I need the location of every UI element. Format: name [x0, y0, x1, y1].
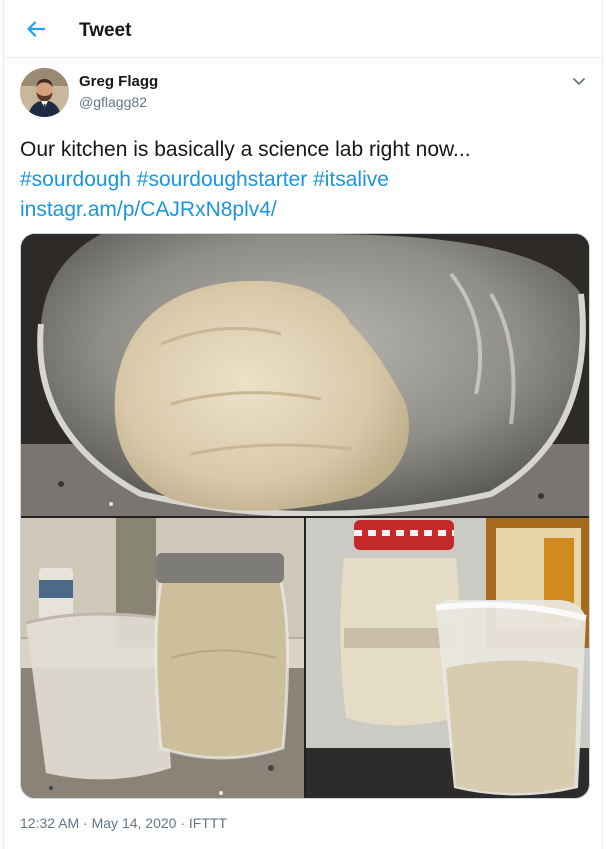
starter-fridge-photo[interactable]	[306, 518, 590, 799]
meta-separator: ·	[176, 815, 189, 831]
arrow-left-icon	[27, 21, 46, 37]
meta-separator: ·	[79, 815, 92, 831]
author-handle[interactable]: @gflagg82	[79, 94, 147, 110]
hashtag-sourdough[interactable]: #sourdough	[20, 168, 131, 191]
tweet-meta: 12:32 AM · May 14, 2020 · IFTTT	[20, 815, 227, 831]
tweet-page: Tweet Greg Flagg @gflagg82 Our kitchen i…	[3, 0, 603, 849]
dough-bowl-photo[interactable]	[21, 234, 590, 516]
avatar[interactable]	[20, 68, 69, 117]
chevron-down-icon	[573, 78, 585, 85]
hashtag-itsalive[interactable]: #itsalive	[313, 168, 389, 191]
tweet-text-line: Our kitchen is basically a science lab r…	[20, 138, 471, 161]
instagram-link[interactable]: instagr.am/p/CAJRxN8plv4/	[20, 198, 277, 221]
hashtag-sourdoughstarter[interactable]: #sourdoughstarter	[137, 168, 307, 191]
author-name[interactable]: Greg Flagg	[79, 73, 158, 90]
page-title: Tweet	[79, 20, 132, 41]
back-button[interactable]	[22, 15, 50, 43]
tweet-time[interactable]: 12:32 AM	[20, 815, 79, 831]
media-grid	[20, 233, 590, 799]
top-header: Tweet	[4, 0, 602, 58]
tweet-text: Our kitchen is basically a science lab r…	[20, 135, 590, 225]
tweet-menu-button[interactable]	[570, 72, 588, 90]
tweet-date[interactable]: May 14, 2020	[92, 815, 177, 831]
tweet-source[interactable]: IFTTT	[189, 815, 227, 831]
hashtag-line: #sourdough #sourdoughstarter #itsalive	[20, 165, 590, 195]
starter-counter-photo[interactable]	[21, 518, 304, 799]
